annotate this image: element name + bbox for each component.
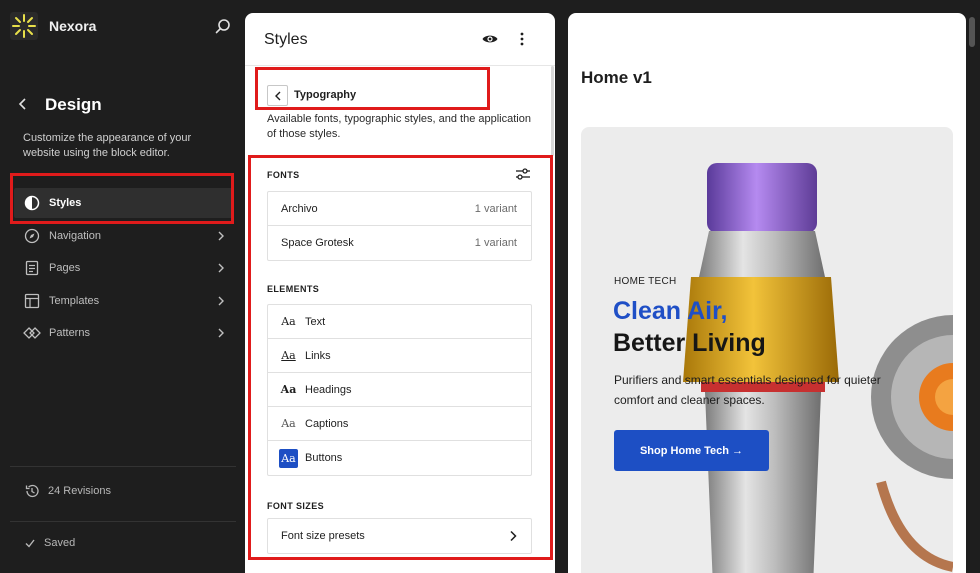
annotation-highlight [248,155,553,560]
preview-scrollbar[interactable] [966,13,980,573]
typography-description: Available fonts, typographic styles, and… [267,113,531,140]
divider [10,466,236,467]
chevron-right-icon [218,231,224,241]
check-icon [25,539,35,548]
page-description: Customize the appearance of your website… [23,132,192,159]
sidebar-item-navigation[interactable]: Navigation [14,221,234,251]
sidebar-item-patterns[interactable]: Patterns [14,318,234,348]
sidebar-item-label: Patterns [49,327,90,339]
panel-scrollbar[interactable] [551,66,554,156]
site-preview[interactable]: Home v1 HOME TECH Clean Air, Better Livi… [568,13,966,573]
page-icon [25,260,39,276]
chevron-right-icon [218,263,224,273]
history-icon [25,484,39,498]
compass-icon [24,228,40,244]
layout-icon [24,293,40,309]
shop-home-tech-button[interactable]: Shop Home Tech → [614,430,769,471]
eye-icon[interactable] [481,30,499,48]
saved-status: Saved [24,537,75,549]
revisions-button[interactable]: 24 Revisions [24,483,111,499]
sidebar-item-label: Navigation [49,230,101,242]
styles-panel: Styles Typography Available fonts, typog… [245,13,555,573]
more-vertical-icon[interactable] [515,30,529,48]
styles-panel-header: Styles [245,13,555,66]
sidebar-item-label: Pages [49,262,81,274]
annotation-highlight [255,67,490,110]
hero-headline-line-2: Better Living [613,329,766,357]
hero-eyebrow: HOME TECH [614,276,677,287]
preview-page-title: Home v1 [581,68,652,87]
scrollbar-thumb[interactable] [969,17,975,47]
page-title: Design [45,95,102,114]
revisions-label: 24 Revisions [48,485,111,497]
sidebar: Nexora Design Customize the appearance o… [0,0,245,573]
hero-headline-line-1: Clean Air, [613,297,728,325]
sidebar-item-label: Templates [49,295,100,307]
search-icon[interactable] [213,17,233,37]
saved-label: Saved [44,537,76,549]
hero-section: HOME TECH Clean Air, Better Living Purif… [581,127,953,573]
site-brand[interactable]: Nexora [10,12,96,40]
chevron-right-icon [218,328,224,338]
chevron-right-icon [218,296,224,306]
styles-panel-title: Styles [264,31,308,48]
sidebar-item-pages[interactable]: Pages [14,253,234,283]
diamond-icon [23,327,41,339]
site-logo-icon [10,12,38,40]
hero-description: Purifiers and smart essentials designed … [614,373,881,407]
divider [10,521,236,522]
back-chevron-icon[interactable] [14,95,32,113]
site-name: Nexora [49,18,97,34]
sidebar-item-templates[interactable]: Templates [14,286,234,316]
annotation-highlight [10,173,234,224]
